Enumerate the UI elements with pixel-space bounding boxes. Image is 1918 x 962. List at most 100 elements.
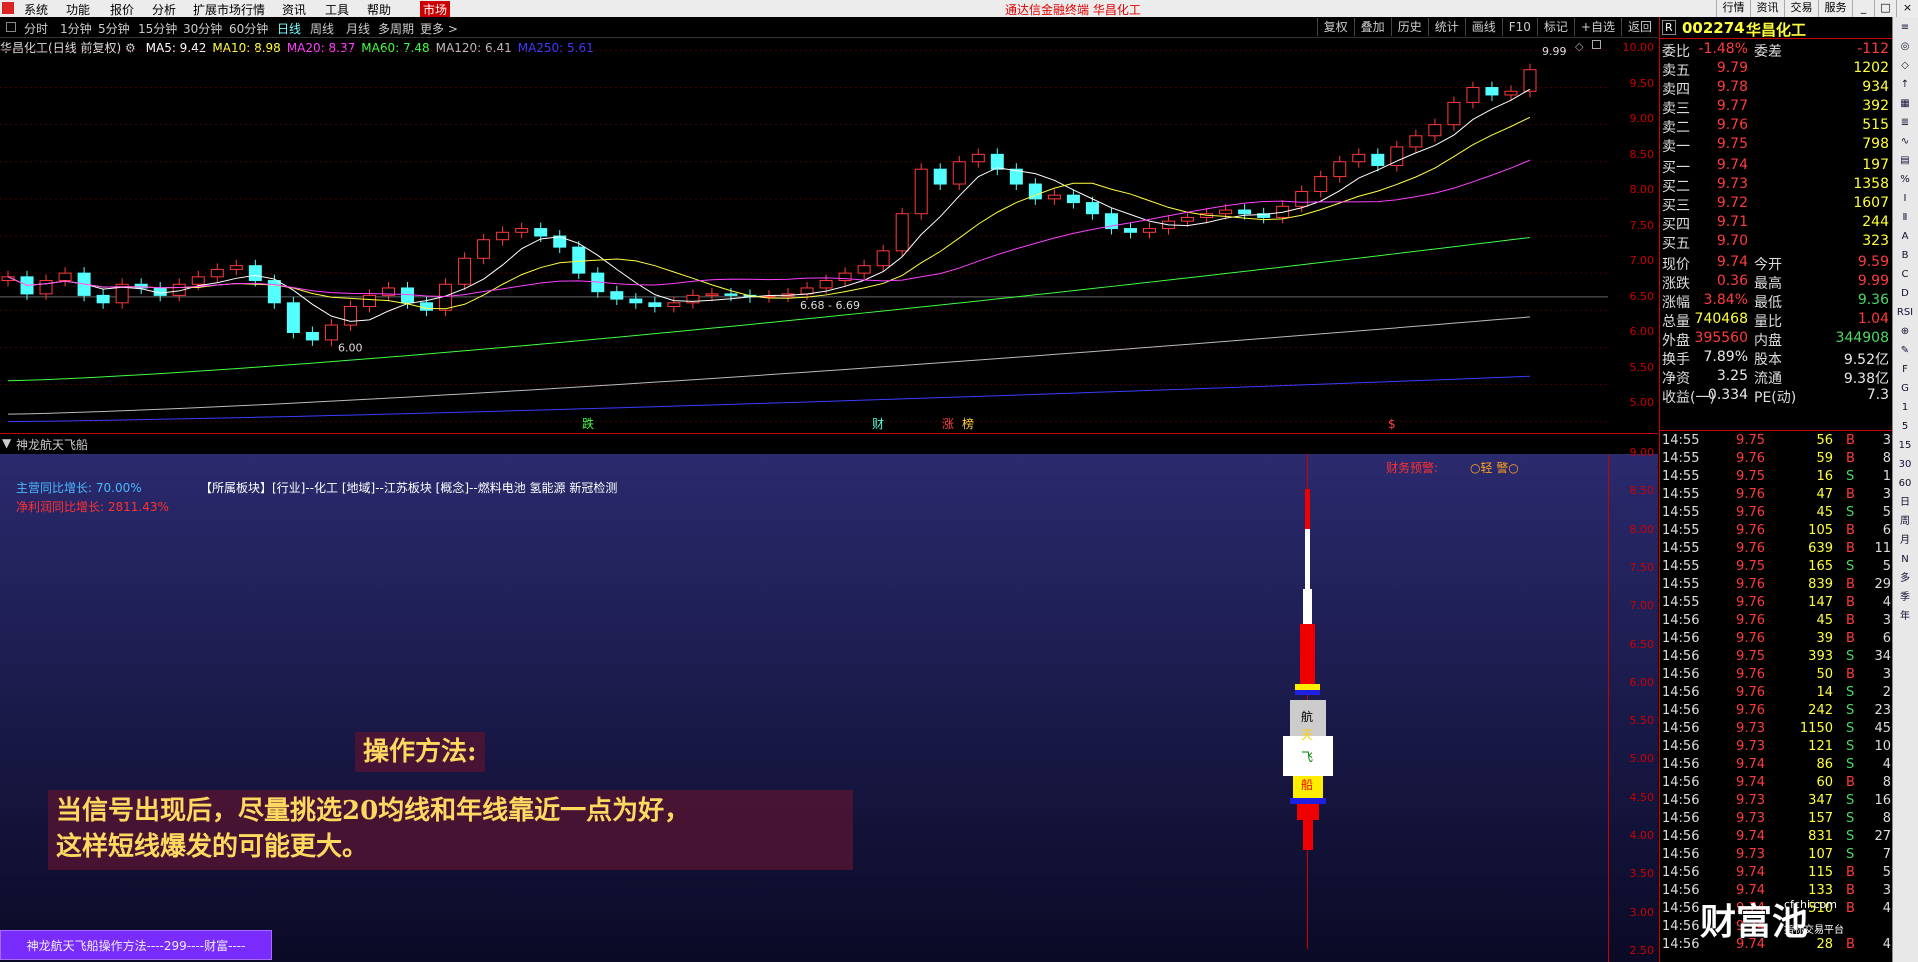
period-tab-10[interactable]: 更多 > bbox=[420, 20, 458, 37]
tick-vol: 133 bbox=[1808, 883, 1833, 898]
kline-plot[interactable]: 9.99 6.00 6.68 - 6.69 跌 财 涨榜 $ bbox=[0, 38, 1608, 434]
indicator-panel[interactable]: 主营同比增长: 70.00% 净利润同比增长: 2811.43% 【所属板块】[… bbox=[0, 454, 1658, 962]
sidebar-btn-4[interactable]: ▦ bbox=[1893, 96, 1917, 112]
tick-num: 3 bbox=[1882, 487, 1891, 502]
period-tab-0[interactable]: 分时 bbox=[24, 20, 48, 37]
sidebar-btn-24[interactable]: 60 bbox=[1893, 476, 1917, 492]
sidebar-btn-13[interactable]: C bbox=[1893, 267, 1917, 283]
toolbar-btn-0[interactable]: 复权 bbox=[1316, 18, 1354, 36]
sidebar-btn-22[interactable]: 15 bbox=[1893, 438, 1917, 454]
sidebar-btn-0[interactable]: ≡ bbox=[1893, 20, 1917, 36]
sidebar-btn-21[interactable]: 5 bbox=[1893, 419, 1917, 435]
sidebar-btn-8[interactable]: % bbox=[1893, 172, 1917, 188]
toolbar-btn-3[interactable]: 统计 bbox=[1427, 18, 1465, 36]
minimize-icon[interactable]: _ bbox=[1852, 0, 1874, 17]
period-tab-4[interactable]: 30分钟 bbox=[183, 20, 222, 37]
q-label: 卖四 bbox=[1662, 82, 1690, 98]
tick-vol: 115 bbox=[1808, 865, 1833, 880]
candle-body bbox=[1428, 124, 1442, 137]
tick-time: 14:55 bbox=[1662, 523, 1700, 538]
sidebar-btn-26[interactable]: 周 bbox=[1893, 514, 1917, 530]
menu-market[interactable]: 市场 bbox=[420, 1, 451, 18]
main-kline-chart[interactable]: 华昌化工(日线 前复权) ⚙ MA5: 9.42 MA10: 8.98 MA20: … bbox=[0, 38, 1658, 434]
sidebar-btn-20[interactable]: 1 bbox=[1893, 400, 1917, 416]
menu-news[interactable]: 资讯 bbox=[282, 1, 306, 18]
sidebar-btn-9[interactable]: Ⅰ bbox=[1893, 191, 1917, 207]
period-tab-8[interactable]: 月线 bbox=[346, 20, 370, 37]
tick-num: 6 bbox=[1882, 631, 1891, 646]
sidebar-btn-23[interactable]: 30 bbox=[1893, 457, 1917, 473]
sidebar-btn-5[interactable]: ≣ bbox=[1893, 115, 1917, 131]
menu-help[interactable]: 帮助 bbox=[367, 1, 391, 18]
toolbar-btn-4[interactable]: 画线 bbox=[1464, 18, 1502, 36]
toolbar-btn-1[interactable]: 叠加 bbox=[1353, 18, 1391, 36]
sidebar-btn-6[interactable]: ∿ bbox=[1893, 134, 1917, 150]
y-tick: 9.00 bbox=[1629, 112, 1655, 125]
sidebar-btn-25[interactable]: 日 bbox=[1893, 495, 1917, 511]
sidebar-btn-28[interactable]: N bbox=[1893, 552, 1917, 568]
toolbar-btn-5[interactable]: F10 bbox=[1501, 18, 1537, 36]
toolbar-btn-8[interactable]: 返回 bbox=[1620, 18, 1658, 36]
period-tab-3[interactable]: 15分钟 bbox=[138, 20, 177, 37]
sidebar-btn-2[interactable]: ◇ bbox=[1893, 58, 1917, 74]
period-tab-7[interactable]: 周线 bbox=[310, 20, 334, 37]
q-value: 9.71 bbox=[1716, 214, 1748, 230]
sidebar-btn-17[interactable]: ✎ bbox=[1893, 343, 1917, 359]
period-tab-1[interactable]: 1分钟 bbox=[60, 20, 92, 37]
toolbar-btn-6[interactable]: 标记 bbox=[1536, 18, 1574, 36]
sidebar-btn-12[interactable]: B bbox=[1893, 248, 1917, 264]
buy-row: 买二 9.73 1358 bbox=[1660, 176, 1893, 195]
period-tab-5[interactable]: 60分钟 bbox=[229, 20, 268, 37]
period-tab-9[interactable]: 多周期 bbox=[378, 20, 414, 37]
candle-body bbox=[1352, 153, 1366, 163]
btn-zixun[interactable]: 资讯 bbox=[1750, 0, 1784, 17]
btn-hangqing[interactable]: 行情 bbox=[1716, 0, 1750, 17]
sidebar-btn-16[interactable]: ⊕ bbox=[1893, 324, 1917, 340]
tick-vol: 28 bbox=[1816, 937, 1833, 952]
maximize-icon[interactable]: □ bbox=[1874, 0, 1896, 17]
q-label: 买三 bbox=[1662, 198, 1690, 214]
tick-time: 14:56 bbox=[1662, 613, 1700, 628]
btn-fuwu[interactable]: 服务 bbox=[1818, 0, 1852, 17]
tick-dir: S bbox=[1846, 739, 1855, 754]
sidebar-btn-18[interactable]: F bbox=[1893, 362, 1917, 378]
sidebar-btn-31[interactable]: 年 bbox=[1893, 609, 1917, 625]
collapse-icon[interactable]: ▼ bbox=[2, 436, 11, 450]
q-value2: 344908 bbox=[1835, 330, 1889, 346]
btn-jiaoyi[interactable]: 交易 bbox=[1784, 0, 1818, 17]
menu-extended-market[interactable]: 扩展市场行情 bbox=[193, 1, 265, 18]
toolbar-btn-2[interactable]: 历史 bbox=[1390, 18, 1428, 36]
sidebar-btn-1[interactable]: ◎ bbox=[1893, 39, 1917, 55]
toolbar-btn-7[interactable]: +自选 bbox=[1573, 18, 1621, 36]
menu-quote[interactable]: 报价 bbox=[110, 1, 134, 18]
sidebar-btn-7[interactable]: ▤ bbox=[1893, 153, 1917, 169]
sidebar-btn-10[interactable]: Ⅱ bbox=[1893, 210, 1917, 226]
period-tab-6[interactable]: 日线 bbox=[277, 20, 301, 37]
period-tab-2[interactable]: 5分钟 bbox=[98, 20, 130, 37]
sidebar-btn-3[interactable]: ↑ bbox=[1893, 77, 1917, 93]
sidebar-btn-29[interactable]: 多 bbox=[1893, 571, 1917, 587]
tick-row: 14:55 9.76 105 B 6 bbox=[1660, 523, 1893, 541]
tick-time: 14:56 bbox=[1662, 631, 1700, 646]
close-icon[interactable]: × bbox=[1896, 0, 1918, 17]
tick-num: 7 bbox=[1882, 847, 1891, 862]
window-buttons: 行情 资讯 交易 服务 _ □ × bbox=[1716, 0, 1918, 17]
candle-body bbox=[458, 257, 472, 285]
sidebar-btn-19[interactable]: G bbox=[1893, 381, 1917, 397]
menu-tools[interactable]: 工具 bbox=[325, 1, 349, 18]
period-bar: 分时 1分钟 5分钟 15分钟 30分钟 60分钟 日线 周线 月线 多周期 更多 > 复权 叠加 历史… bbox=[0, 17, 1658, 38]
sidebar-btn-14[interactable]: D bbox=[1893, 286, 1917, 302]
panel-toggle-icon[interactable] bbox=[6, 22, 16, 32]
tick-row: 14:56 9.73 121 S 10 bbox=[1660, 739, 1893, 757]
menu-analysis[interactable]: 分析 bbox=[152, 1, 176, 18]
menu-system[interactable]: 系统 bbox=[24, 1, 48, 18]
bottom-link-button[interactable]: 神龙航天飞船操作方法----299----财富---- bbox=[0, 930, 272, 960]
sidebar-btn-15[interactable]: RSI bbox=[1893, 305, 1917, 321]
sidebar-btn-27[interactable]: 月 bbox=[1893, 533, 1917, 549]
menu-function[interactable]: 功能 bbox=[66, 1, 90, 18]
sidebar-btn-30[interactable]: 季 bbox=[1893, 590, 1917, 606]
tick-price: 9.75 bbox=[1736, 469, 1765, 484]
sidebar-btn-11[interactable]: A bbox=[1893, 229, 1917, 245]
tick-time: 14:56 bbox=[1662, 649, 1700, 664]
watermark-sub: cfchi.com bbox=[1784, 898, 1837, 911]
